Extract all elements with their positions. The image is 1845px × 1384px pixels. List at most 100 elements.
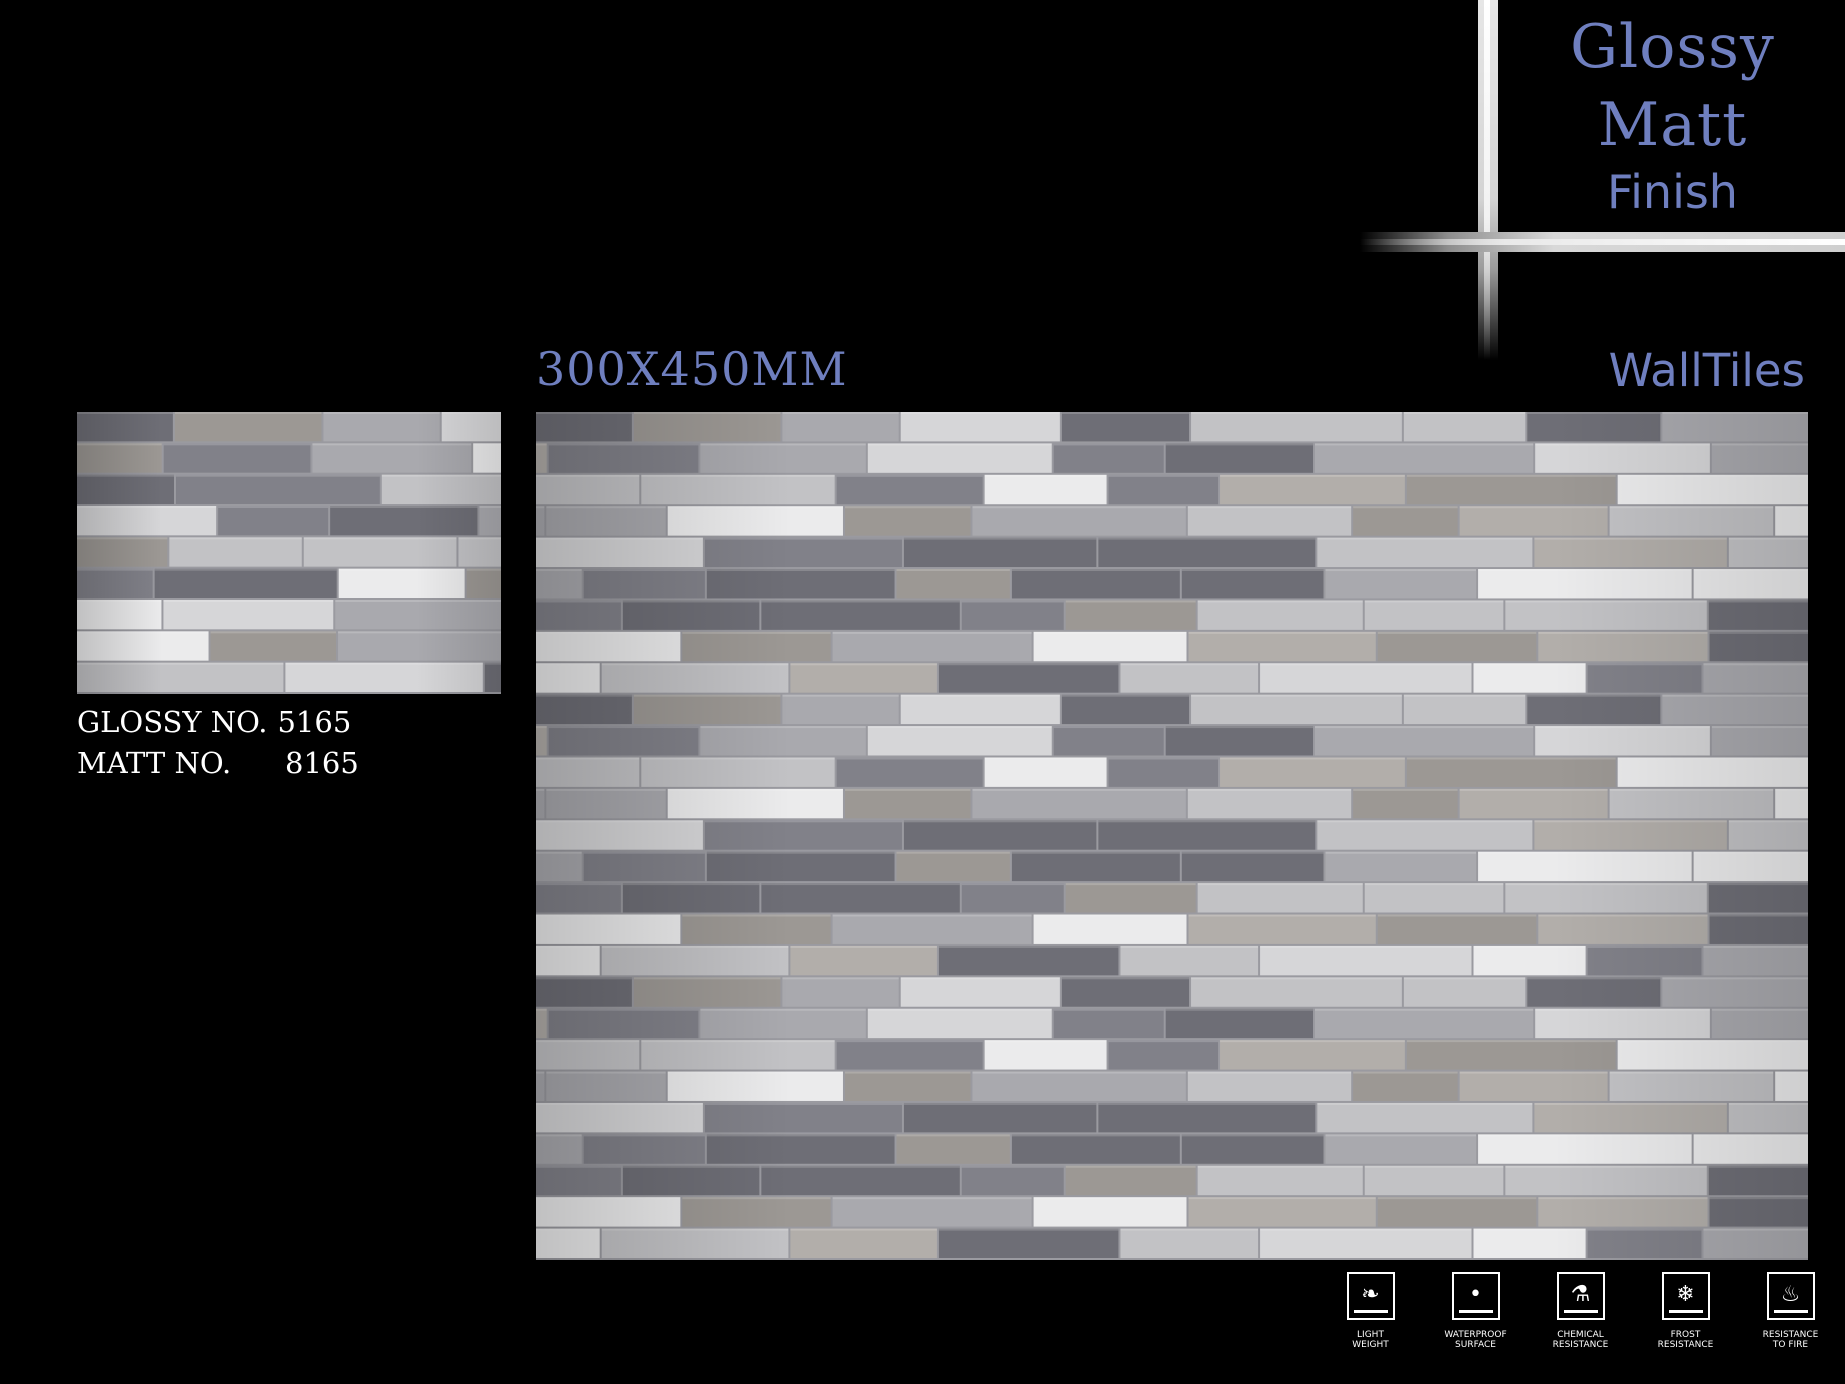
tile-single-preview: [77, 412, 501, 694]
tile-strip-highlight: [1377, 1197, 1537, 1200]
tile-strip: [536, 631, 681, 662]
tile-strip: [381, 474, 501, 504]
tile-strip-highlight: [1098, 820, 1316, 823]
tile-strip: [1187, 788, 1352, 819]
tile-strip: [536, 788, 545, 819]
tile-strip-highlight: [77, 600, 162, 602]
tile-strip: [1703, 1228, 1808, 1258]
tile-strip: [548, 726, 699, 756]
tile-strip-highlight: [1527, 977, 1661, 980]
tile-strip-highlight: [1108, 757, 1219, 760]
tile-strip: [548, 443, 699, 473]
tile-strip: [583, 851, 705, 882]
tile-strip: [1377, 914, 1537, 944]
tile-strip-highlight: [154, 568, 337, 571]
tile-strip-highlight: [1053, 726, 1164, 729]
tile-strip: [536, 600, 621, 630]
tile-strip: [622, 883, 760, 913]
tile-strip: [218, 506, 329, 536]
tile-strip-highlight: [938, 945, 1119, 948]
tile-strip: [761, 883, 960, 913]
tile-strip: [761, 600, 960, 630]
tile-strip-highlight: [536, 914, 681, 917]
tile-strip: [1325, 569, 1477, 599]
finish-glossy: Glossy: [1570, 12, 1775, 82]
tile-strip: [77, 600, 162, 630]
tile-strip-highlight: [1191, 694, 1402, 697]
tile-strip-highlight: [1011, 1134, 1180, 1137]
tile-strip-highlight: [1353, 1071, 1458, 1074]
tile-strip-highlight: [1693, 851, 1808, 854]
tile-strip-highlight: [1775, 788, 1808, 791]
tile-strip-highlight: [1314, 726, 1534, 729]
tile-strip-highlight: [1033, 1197, 1187, 1200]
tile-strip: [441, 412, 501, 442]
tile-strip-highlight: [1709, 1197, 1808, 1200]
tile-strip: [984, 1040, 1107, 1070]
tile-strip-highlight: [546, 506, 666, 509]
tile-strip-highlight: [641, 474, 835, 477]
tile-strip-highlight: [896, 851, 1010, 854]
tile-strip-highlight: [218, 506, 329, 508]
tile-strip: [682, 1197, 831, 1227]
tile-strip: [1709, 631, 1808, 662]
tile-strip-highlight: [1587, 663, 1702, 666]
tile-strip-highlight: [546, 788, 666, 791]
tile-strip-highlight: [704, 1102, 902, 1105]
tile-strip-highlight: [1181, 1134, 1324, 1137]
tile-strip: [1260, 945, 1472, 976]
tile-strip: [536, 851, 582, 882]
tile-strip: [1403, 412, 1526, 442]
tile-strip-highlight: [1033, 631, 1187, 634]
tile-strip-highlight: [1505, 600, 1707, 603]
tile-strip: [77, 474, 175, 504]
tile-strip: [1617, 757, 1808, 787]
tile-strip-highlight: [1406, 474, 1616, 477]
tile-strip-highlight: [867, 726, 1052, 729]
tile-strip: [1459, 788, 1608, 819]
tile-strip-highlight: [641, 757, 835, 760]
tile-strip-highlight: [700, 443, 866, 446]
tile-strip: [1617, 1040, 1808, 1070]
tile-strip-highlight: [1662, 412, 1808, 414]
tile-strip-highlight: [1459, 1071, 1608, 1074]
tile-category-label: WallTiles: [1608, 344, 1805, 397]
tile-strip: [972, 788, 1186, 819]
tile-strip: [1609, 506, 1774, 536]
tile-strip: [790, 663, 937, 693]
tile-strip: [163, 600, 334, 630]
tile-strip: [1061, 977, 1190, 1007]
tile-strip: [1181, 1134, 1324, 1164]
tile-strip: [1108, 1040, 1219, 1070]
tile-strip: [1108, 757, 1219, 787]
tile-strip-highlight: [1709, 914, 1808, 917]
tile-strip: [1260, 1228, 1472, 1258]
tile-strip-highlight: [1535, 443, 1710, 446]
tile-strip-highlight: [548, 443, 699, 446]
tile-strip: [1403, 977, 1526, 1007]
tile-strip: [1011, 1134, 1180, 1164]
tile-strip-highlight: [633, 412, 781, 414]
tile-strip: [1478, 1134, 1692, 1164]
tile-strip-highlight: [700, 1008, 866, 1011]
tile-strip: [961, 883, 1064, 913]
snowflake-icon: ❄: [1661, 1272, 1710, 1320]
tile-strip: [1325, 1134, 1477, 1164]
tile-strip: [782, 412, 899, 442]
tile-strip: [1098, 537, 1316, 568]
matt-code-label: MATT NO.: [77, 746, 232, 780]
tile-strip-highlight: [601, 663, 789, 666]
tile-strip-highlight: [1403, 694, 1526, 697]
tile-strip: [1187, 506, 1352, 536]
tile-strip: [1353, 1071, 1458, 1101]
water-drop-icon: •: [1451, 1272, 1500, 1320]
tile-strip-highlight: [706, 851, 895, 854]
tile-strip-highlight: [1535, 726, 1710, 729]
tile-strip: [154, 568, 337, 598]
light-streak-vertical: [1478, 0, 1498, 360]
tile-strip-highlight: [1108, 1040, 1219, 1043]
tile-strip-highlight: [667, 506, 843, 509]
tile-strip-highlight: [1459, 788, 1608, 791]
tile-strip: [1775, 788, 1808, 819]
tile-strip-highlight: [536, 1228, 600, 1231]
